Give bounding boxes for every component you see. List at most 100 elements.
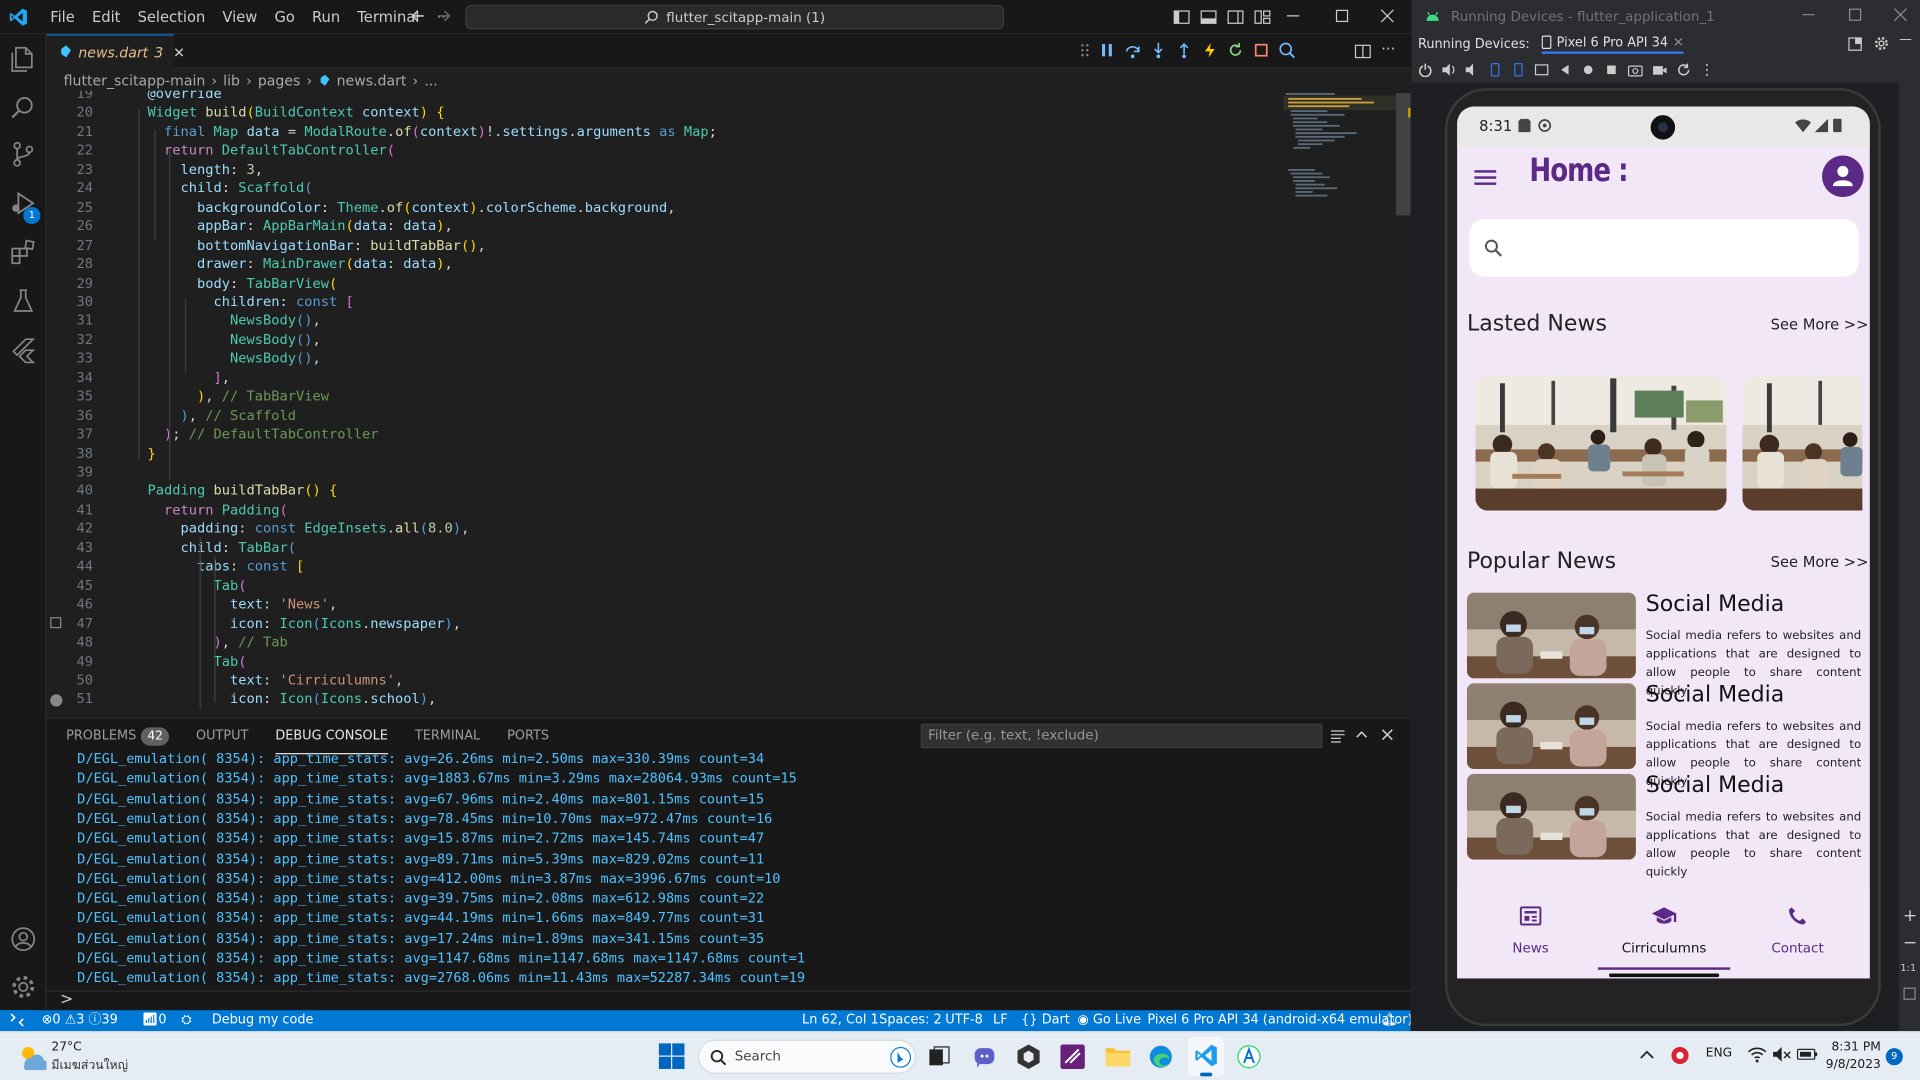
task-view-icon[interactable] [928, 1046, 950, 1068]
step-over-icon[interactable] [1124, 42, 1141, 59]
editor-scrollbar[interactable] [1395, 90, 1411, 716]
breadcrumb-file[interactable]: news.dart [337, 72, 407, 89]
language-mode[interactable]: {} Dart [1021, 1010, 1070, 1031]
news-card[interactable]: Social Media Social media refers to websi… [1466, 773, 1861, 879]
open-devtools-icon[interactable] [1278, 42, 1295, 59]
back-icon[interactable] [1558, 62, 1573, 77]
security-icon[interactable] [1670, 1046, 1690, 1066]
breadcrumb-project[interactable]: flutter_scitapp-main [64, 72, 206, 89]
encoding[interactable]: UTF-8 [945, 1010, 982, 1031]
language-indicator[interactable]: ENG [1706, 1047, 1732, 1060]
menu-edit[interactable]: Edit [83, 0, 129, 34]
console-prompt[interactable]: > [60, 991, 73, 1009]
latest-news-image-2[interactable] [1742, 375, 1863, 511]
hide-icon[interactable]: — [1899, 32, 1912, 47]
gesture-bar[interactable] [1608, 973, 1720, 978]
news-card[interactable]: Social Media Social media refers to websi… [1466, 682, 1861, 789]
device-tab[interactable]: Pixel 6 Pro API 34 ✕ [1541, 35, 1684, 54]
rotate-right-icon[interactable] [1511, 62, 1526, 77]
tab-problems[interactable]: Problems 42 [66, 719, 170, 753]
as-minimize-icon[interactable] [1801, 7, 1816, 22]
see-more-popular-link[interactable]: See More >> [1771, 553, 1869, 570]
zoom-out-icon[interactable]: − [1903, 933, 1917, 953]
battery-icon[interactable] [1796, 1046, 1818, 1063]
restart-icon[interactable] [1227, 42, 1244, 59]
volume-down-icon[interactable] [1464, 62, 1479, 77]
record-icon[interactable] [1652, 62, 1668, 77]
code-editor[interactable]: 19 @override 20 Widget build(BuildContext… [47, 91, 1396, 715]
show-hidden-icons-icon[interactable] [1638, 1046, 1655, 1063]
customize-layout-icon[interactable] [1254, 9, 1271, 26]
line-ending[interactable]: LF [993, 1010, 1008, 1031]
debug-config-label[interactable]: Debug my code [212, 1010, 314, 1031]
clock-time[interactable]: 8:31 PM [1822, 1041, 1880, 1054]
testing-icon[interactable] [9, 287, 38, 316]
overview-icon[interactable] [1604, 62, 1619, 77]
windows-start-icon[interactable] [658, 1043, 685, 1069]
zoom-in-icon[interactable]: + [1903, 906, 1917, 926]
breadcrumb-lib[interactable]: lib [223, 72, 240, 89]
latest-news-image[interactable] [1475, 375, 1727, 511]
notifications-bell-icon[interactable]: 🔔︎ [1381, 1010, 1397, 1031]
drag-handle-icon[interactable] [1080, 42, 1090, 59]
source-control-icon[interactable] [9, 140, 38, 169]
menu-hamburger-icon[interactable] [1474, 169, 1497, 186]
tab-output[interactable]: Output [196, 719, 248, 753]
tab-terminal[interactable]: Terminal [415, 719, 480, 753]
breadcrumb-pages[interactable]: pages [258, 72, 301, 89]
zoom-actual-size[interactable]: 1:1 [1900, 962, 1916, 973]
flutter-device[interactable]: Pixel 6 Pro API 34 (android-x64 emulator… [1147, 1010, 1412, 1031]
breadcrumb-symbol[interactable]: ... [424, 72, 437, 89]
stop-icon[interactable] [1253, 42, 1270, 59]
toggle-sidebar-icon[interactable] [1173, 9, 1190, 26]
edge-browser-icon[interactable] [1149, 1044, 1173, 1068]
tab-news[interactable]: News [1462, 887, 1599, 963]
toggle-secondary-sidebar-icon[interactable] [1227, 9, 1244, 26]
lightbulb-icon[interactable] [50, 694, 63, 707]
volume-up-icon[interactable] [1441, 62, 1456, 77]
close-device-tab-icon[interactable]: ✕ [1673, 35, 1684, 50]
go-live-button[interactable]: ◉ Go Live [1078, 1010, 1142, 1031]
tab-debug-console[interactable]: Debug Console [275, 718, 388, 754]
menu-run[interactable]: Run [303, 0, 348, 34]
more-actions-icon[interactable]: ··· [1381, 40, 1395, 57]
reset-icon[interactable] [1676, 62, 1691, 77]
maximize-panel-icon[interactable] [1354, 727, 1369, 742]
power-icon[interactable] [1418, 62, 1433, 78]
manage-gear-icon[interactable] [9, 972, 38, 1001]
ports-status[interactable]: 📶︎0 [142, 1010, 167, 1031]
profile-avatar[interactable] [1822, 155, 1864, 198]
file-explorer-icon[interactable] [1104, 1044, 1131, 1068]
search-input[interactable] [1469, 219, 1859, 277]
minimap[interactable] [1283, 91, 1396, 250]
step-into-icon[interactable] [1150, 42, 1167, 59]
notification-badge[interactable]: 9 [1885, 1048, 1903, 1066]
vscode-taskbar-button[interactable] [1187, 1037, 1225, 1077]
back-arrow-icon[interactable] [409, 7, 426, 24]
rotate-left-icon[interactable] [1488, 62, 1503, 77]
menu-file[interactable]: File [42, 0, 84, 34]
step-out-icon[interactable] [1176, 42, 1193, 59]
clear-console-icon[interactable] [1330, 729, 1346, 744]
debug-console-output[interactable]: D/EGL_emulation( 8354): app_time_stats: … [77, 751, 1399, 996]
extensions-icon[interactable] [9, 238, 38, 267]
command-center-search[interactable]: flutter_scitapp-main (1) [465, 4, 1005, 30]
menu-view[interactable]: View [214, 0, 266, 34]
tab-contact[interactable]: Contact [1729, 887, 1866, 963]
teams-chat-icon[interactable] [972, 1044, 996, 1068]
wifi-icon[interactable] [1747, 1046, 1767, 1063]
screenshot-icon[interactable] [1627, 62, 1643, 77]
more-options-icon[interactable]: ⋮ [1700, 61, 1715, 78]
explorer-icon[interactable] [9, 44, 38, 73]
volume-muted-icon[interactable] [1772, 1046, 1792, 1063]
tab-ports[interactable]: Ports [507, 719, 549, 753]
see-more-latest-link[interactable]: See More >> [1771, 316, 1869, 333]
toggle-panel-icon[interactable] [1200, 9, 1217, 26]
menu-go[interactable]: Go [266, 0, 304, 34]
as-close-icon[interactable] [1893, 7, 1908, 22]
problems-status[interactable]: ⊗0 ⚠3 ⓘ39 [42, 1010, 118, 1031]
layout-icon[interactable] [1848, 37, 1863, 52]
weather-icon[interactable] [17, 1043, 47, 1071]
unity-icon[interactable] [1016, 1043, 1040, 1070]
debug-status[interactable]: ⛭ [181, 1010, 191, 1031]
